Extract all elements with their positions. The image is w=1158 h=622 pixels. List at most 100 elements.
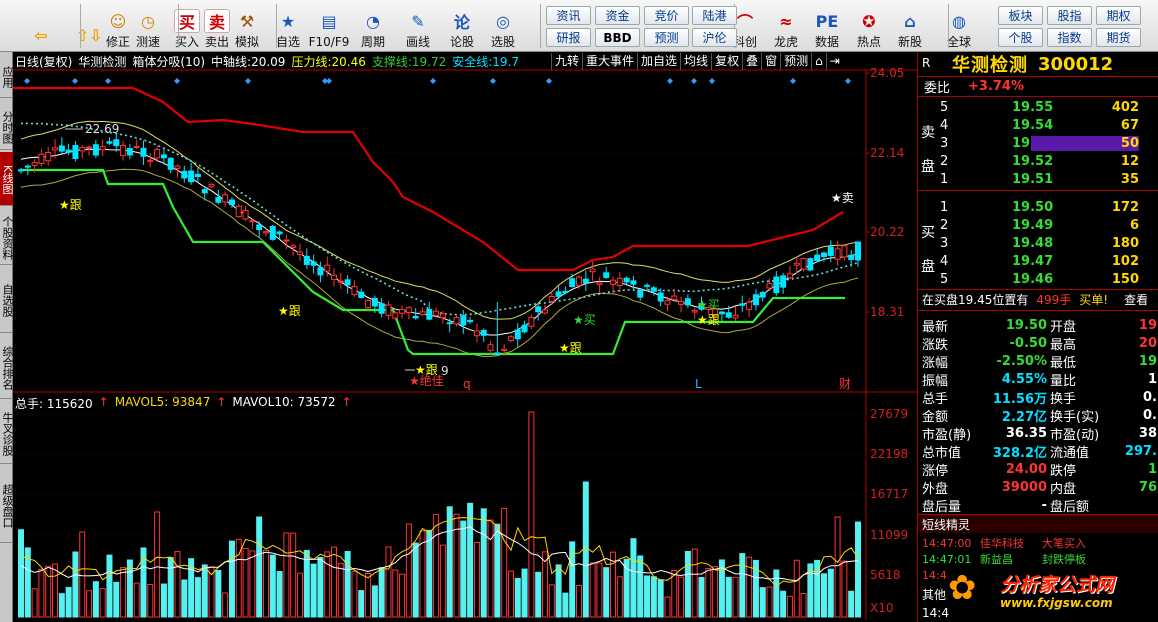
volume-bar[interactable] (120, 567, 127, 618)
left-tab-7[interactable]: 超级盘口 (0, 467, 14, 543)
quick-button-13[interactable]: 期货 (1096, 28, 1141, 47)
volume-bar[interactable] (310, 563, 317, 618)
event-mark[interactable]: L (695, 377, 702, 391)
ask-row[interactable]: 1 19.51 35 (918, 170, 1158, 188)
volume-bar[interactable] (174, 551, 181, 618)
quick-button-4[interactable]: 研报 (546, 28, 591, 47)
wizard-row[interactable]: 14:47:00 佳华科技 大笔买入 (918, 535, 1158, 551)
volume-bar[interactable] (194, 577, 201, 618)
volume-bar[interactable] (160, 583, 167, 618)
chart-menu-item-5[interactable]: 叠 (742, 53, 761, 70)
volume-bar[interactable] (691, 548, 698, 618)
volume-bar[interactable] (650, 576, 657, 618)
candle[interactable] (807, 257, 814, 272)
volume-bar[interactable] (222, 592, 229, 618)
volume-bar[interactable] (303, 549, 310, 618)
volume-bar[interactable] (426, 529, 433, 618)
volume-bar[interactable] (113, 581, 120, 618)
volume-bar[interactable] (773, 569, 780, 618)
volume-bar[interactable] (446, 506, 453, 618)
volume-bar[interactable] (698, 577, 705, 618)
volume-bar[interactable] (555, 564, 562, 618)
volume-bar[interactable] (147, 583, 154, 618)
bid-row[interactable]: 2 19.49 6 (918, 216, 1158, 234)
volume-bar[interactable] (331, 546, 338, 618)
volume-bar[interactable] (371, 585, 378, 618)
volume-bar[interactable] (705, 568, 712, 618)
volume-bar[interactable] (678, 576, 685, 618)
indicator-name[interactable]: 箱体分吸(10) (132, 53, 205, 70)
signal-label[interactable]: ★绝佳 (409, 373, 444, 388)
volume-bar[interactable] (256, 516, 263, 618)
volume-bar[interactable] (351, 570, 358, 618)
volume-bar[interactable] (596, 562, 603, 618)
data-button[interactable]: PE 数据 (811, 3, 843, 50)
volume-bar[interactable] (18, 529, 24, 618)
clock-button[interactable]: ◷ 测速 (132, 3, 164, 50)
volume-bar[interactable] (52, 563, 59, 618)
volume-bar[interactable] (38, 568, 45, 618)
chart-menu-item-6[interactable]: 窗 (761, 53, 780, 70)
volume-bar[interactable] (576, 584, 582, 618)
volume-bar[interactable] (487, 519, 494, 618)
volume-bar[interactable] (344, 551, 351, 618)
signal-label[interactable]: ★跟 (559, 341, 582, 355)
volume-bar[interactable] (290, 532, 297, 618)
volume-bar[interactable] (480, 508, 487, 618)
signal-label[interactable]: ★卖 (831, 191, 854, 205)
signal-label[interactable]: ★买 (697, 298, 720, 312)
pen-button[interactable]: ✎ 画线 (402, 3, 434, 50)
volume-bar[interactable] (644, 575, 651, 618)
volume-bar[interactable] (841, 560, 848, 618)
quick-button-11[interactable]: 个股 (998, 28, 1043, 47)
volume-bar[interactable] (412, 542, 419, 618)
volume-bar[interactable] (269, 554, 276, 618)
volume-bar[interactable] (848, 590, 855, 618)
quick-button-0[interactable]: 资讯 (546, 6, 591, 25)
volume-bar[interactable] (507, 570, 514, 618)
back-arrow-button[interactable]: ⇦ (25, 3, 57, 49)
volume-bar[interactable] (712, 566, 719, 618)
period-button[interactable]: ◔ 周期 (357, 3, 389, 50)
volume-bar[interactable] (385, 546, 392, 618)
chart-menu-item-2[interactable]: 加自选 (637, 53, 680, 70)
volume-bar[interactable] (283, 532, 290, 618)
left-tab-1[interactable]: 分时图 (0, 104, 14, 150)
kline-chart-area[interactable]: 24.05 22.14 20.22 18.31 27679 22198 16717 11099… (13, 52, 917, 620)
volume-bar[interactable] (467, 502, 474, 618)
volume-bar[interactable] (759, 587, 766, 618)
up-down-arrow-button[interactable]: ⇧⇩ (73, 3, 105, 49)
volume-bar[interactable] (358, 590, 365, 618)
volume-bar[interactable] (514, 577, 521, 618)
volume-bar[interactable] (99, 588, 106, 618)
volume-bar[interactable] (405, 523, 412, 618)
volume-bar[interactable] (664, 596, 671, 618)
signal-label[interactable]: ★买 (573, 313, 596, 327)
event-mark[interactable]: 财 (839, 377, 851, 391)
volume-bar[interactable] (58, 593, 65, 618)
volume-bar[interactable] (630, 538, 637, 618)
left-tab-4[interactable]: 自选股 (0, 267, 14, 333)
volume-bar[interactable] (623, 558, 630, 618)
quick-button-2[interactable]: 竞价 (644, 6, 689, 25)
period-label[interactable]: 日线(复权) (15, 53, 72, 70)
ask-row[interactable]: 2 19.52 12 (918, 152, 1158, 170)
volume-bar[interactable] (793, 559, 800, 618)
volume-bar[interactable] (262, 549, 269, 618)
f10-button[interactable]: ▤ F10/F9 (309, 3, 350, 50)
fix-button[interactable]: ☺ 修正 (102, 3, 134, 50)
left-tab-0[interactable]: 应用 (0, 54, 14, 98)
volume-bar[interactable] (494, 523, 501, 618)
kline-chart-canvas[interactable]: 24.05 22.14 20.22 18.31 27679 22198 16717 11099… (13, 52, 917, 620)
volume-bar[interactable] (92, 581, 99, 618)
volume-bar[interactable] (215, 570, 222, 618)
wizard-header[interactable]: 短线精灵 (918, 515, 1158, 533)
volume-bar[interactable] (800, 593, 807, 618)
ask-row[interactable]: 5 19.55 402 (918, 98, 1158, 116)
volume-bar[interactable] (392, 569, 399, 618)
chart-menu-item-9[interactable]: ⇥ (825, 53, 843, 70)
volume-bar[interactable] (616, 576, 623, 618)
new-stock-button[interactable]: ⌂ 新股 (894, 3, 926, 50)
volume-bar[interactable] (603, 567, 610, 618)
volume-bar[interactable] (201, 564, 208, 618)
